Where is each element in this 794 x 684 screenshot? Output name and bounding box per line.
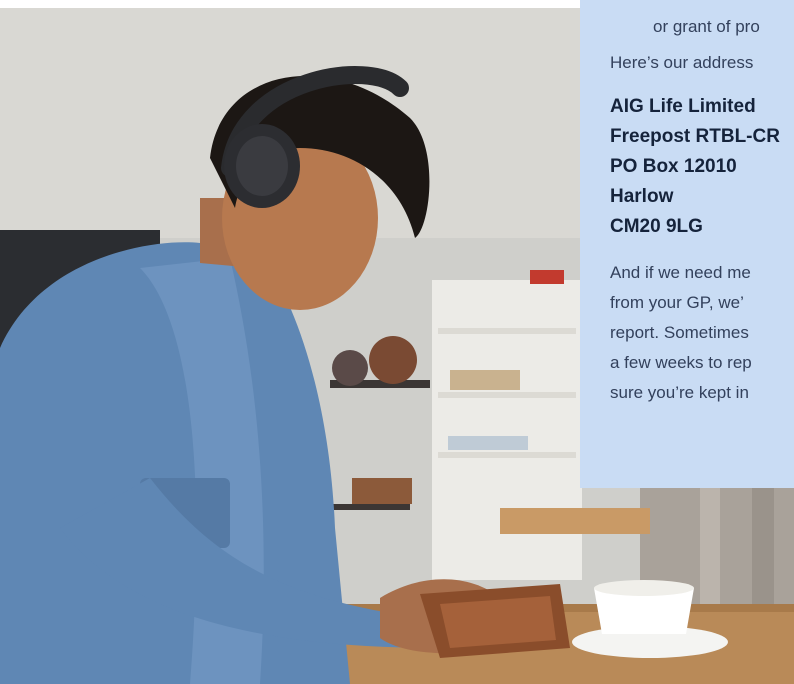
- address-line-postcode: CM20 9LG: [610, 216, 703, 237]
- postal-address: AIG Life Limited Freepost RTBL-CR PO Box…: [610, 92, 794, 242]
- text-fragment-top: or grant of pro: [653, 17, 760, 36]
- paragraph-line: report. Sometimes: [610, 323, 749, 342]
- address-line-town: Harlow: [610, 186, 674, 207]
- paragraph-line: from your GP, we’: [610, 293, 744, 312]
- paragraph-line: a few weeks to rep: [610, 353, 752, 372]
- address-line-freepost: Freepost RTBL-CR: [610, 126, 780, 147]
- paragraph-line: sure you’re kept in: [610, 383, 749, 402]
- address-line-company: AIG Life Limited: [610, 96, 756, 117]
- claims-address-card: or grant of pro Here’s our address AIG L…: [580, 0, 794, 488]
- paragraph-line: And if we need me: [610, 263, 751, 282]
- address-line-po-box: PO Box 12010: [610, 156, 737, 177]
- medical-report-paragraph: And if we need me from your GP, we’ repo…: [610, 258, 794, 408]
- address-intro: Here’s our address: [610, 53, 754, 72]
